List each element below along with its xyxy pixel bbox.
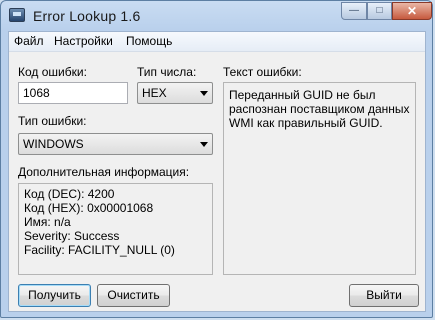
- error-code-label: Код ошибки:: [18, 65, 87, 79]
- title-bar[interactable]: Error Lookup 1.6 — □ ✕: [1, 1, 432, 31]
- clear-button[interactable]: Очистить: [97, 284, 170, 307]
- app-window: Error Lookup 1.6 — □ ✕ Файл Настройки По…: [0, 0, 433, 318]
- menu-bar: Файл Настройки Помощь: [9, 32, 425, 52]
- minimize-button[interactable]: —: [341, 2, 367, 20]
- maximize-button[interactable]: □: [367, 2, 392, 20]
- info-hex: Код (HEX): 0x00001068: [24, 201, 154, 215]
- info-name: Имя: n/a: [24, 215, 71, 229]
- extra-info-panel: Код (DEC): 4200 Код (HEX): 0x00001068 Им…: [18, 183, 213, 275]
- chevron-down-icon: [200, 91, 208, 96]
- extra-info-label: Дополнительная информация:: [18, 165, 190, 179]
- error-text-panel: Переданный GUID не был распознан поставщ…: [223, 82, 416, 275]
- menu-settings[interactable]: Настройки: [54, 34, 113, 48]
- error-code-input[interactable]: 1068: [18, 82, 128, 104]
- error-text-line: Переданный GUID не был: [229, 88, 376, 102]
- error-type-value: WINDOWS: [23, 137, 84, 151]
- number-type-select[interactable]: HEX: [137, 82, 213, 104]
- info-facility: Facility: FACILITY_NULL (0): [24, 243, 175, 257]
- exit-button[interactable]: Выйти: [349, 284, 419, 307]
- get-button[interactable]: Получить: [18, 284, 91, 307]
- window-title: Error Lookup 1.6: [33, 8, 141, 24]
- client-area: Файл Настройки Помощь Код ошибки: 1068 Т…: [8, 31, 426, 312]
- info-dec: Код (DEC): 4200: [24, 187, 115, 201]
- chevron-down-icon: [200, 142, 208, 147]
- error-text-line: WMI как правильный GUID.: [229, 116, 383, 130]
- close-button[interactable]: ✕: [392, 2, 432, 20]
- number-type-value: HEX: [142, 86, 167, 100]
- error-text-label: Текст ошибки:: [223, 65, 302, 79]
- number-type-label: Тип числа:: [137, 65, 197, 79]
- info-severity: Severity: Success: [24, 229, 120, 243]
- menu-file[interactable]: Файл: [14, 34, 44, 48]
- error-type-select[interactable]: WINDOWS: [18, 133, 213, 155]
- app-icon: [9, 8, 25, 22]
- error-type-label: Тип ошибки:: [18, 114, 87, 128]
- error-text-line: распознан поставщиком данных: [229, 102, 410, 116]
- menu-help[interactable]: Помощь: [126, 34, 172, 48]
